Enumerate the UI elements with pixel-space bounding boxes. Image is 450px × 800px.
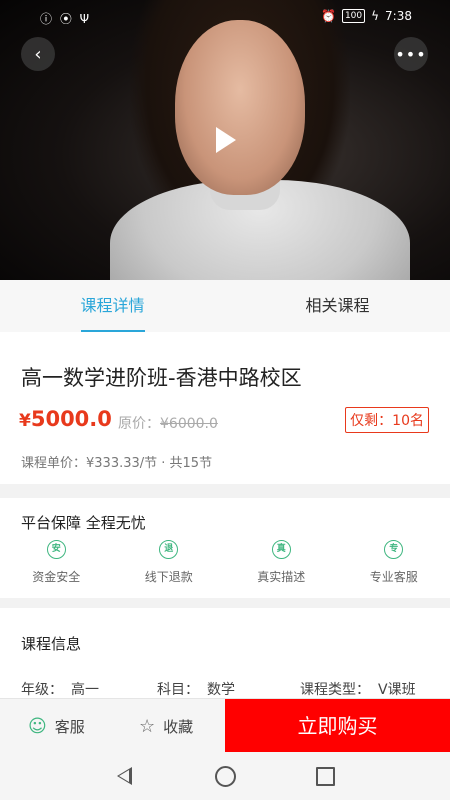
alarm-icon: ⏰ xyxy=(320,9,336,23)
info-type-value: V课班 xyxy=(378,682,416,698)
support-icon: 专 xyxy=(384,540,404,559)
original-price-label: 原价： xyxy=(118,416,160,432)
info-subject: 科目： 数学 xyxy=(157,679,235,699)
guarantee-label: 专业客服 xyxy=(369,570,418,584)
info-grade-key: 年级： xyxy=(21,682,63,698)
guarantee-label: 资金安全 xyxy=(32,570,81,584)
info-grade: 年级： 高一 xyxy=(21,679,99,699)
video-frame-face xyxy=(175,20,305,195)
course-title: 高一数学进阶班-香港中路校区 xyxy=(21,366,302,390)
charging-icon: ϟ xyxy=(371,9,380,23)
buy-now-button[interactable]: 立即购买 xyxy=(225,699,450,753)
info-type: 课程类型： V课班 xyxy=(300,679,416,699)
system-nav-bar xyxy=(0,752,450,800)
guarantee-list: 安 资金安全 退 线下退款 真 真实描述 专 专业客服 xyxy=(0,540,450,585)
guarantee-title: 平台保障 全程无忧 xyxy=(21,514,146,532)
nav-home-icon[interactable] xyxy=(215,766,236,787)
customer-service-button[interactable]: ☺ 客服 xyxy=(28,699,85,753)
favorite-label: 收藏 xyxy=(163,717,194,736)
star-icon: ☆ xyxy=(139,715,156,737)
guarantee-item-support: 专 专业客服 xyxy=(338,540,450,585)
status-left-icons: ⓘ ⦿ Ψ xyxy=(40,12,92,26)
original-price-value: ¥6000.0 xyxy=(160,416,218,432)
price-value: 5000.0 xyxy=(30,407,112,431)
tab-label: 相关课程 xyxy=(305,296,370,315)
fund-safety-icon: 安 xyxy=(46,540,66,559)
nav-recent-apps-icon[interactable] xyxy=(316,767,335,786)
chat-icon: ☺ xyxy=(28,715,47,737)
info-subject-value: 数学 xyxy=(207,682,235,698)
original-price: 原价：¥6000.0 xyxy=(118,413,218,433)
back-button[interactable]: ‹ xyxy=(21,37,55,71)
info-type-key: 课程类型： xyxy=(300,682,370,698)
tab-label: 课程详情 xyxy=(80,296,145,315)
guarantee-label: 线下退款 xyxy=(144,570,193,584)
tab-course-details[interactable]: 课程详情 xyxy=(0,280,225,332)
chevron-left-icon: ‹ xyxy=(34,43,42,65)
more-icon: ••• xyxy=(395,44,427,64)
nav-back-icon[interactable] xyxy=(117,767,132,785)
status-time: 7:38 xyxy=(385,9,412,23)
more-button[interactable]: ••• xyxy=(394,37,428,71)
tab-bar: 课程详情 相关课程 xyxy=(0,280,450,332)
bottom-action-bar: ☺ 客服 ☆ 收藏 立即购买 xyxy=(0,698,450,753)
unit-price-text: 课程单价：¥333.33/节 · 共15节 xyxy=(21,456,213,471)
info-subject-key: 科目： xyxy=(157,682,199,698)
refund-icon: 退 xyxy=(159,540,179,559)
course-price: ¥5000.0 xyxy=(19,407,112,431)
guarantee-item-fund-safety: 安 资金安全 xyxy=(0,540,113,585)
guarantee-card: 平台保障 全程无忧 安 资金安全 退 线下退款 真 真实描述 专 专业客服 xyxy=(0,498,450,598)
true-description-icon: 真 xyxy=(271,540,291,559)
course-info-card: 课程信息 年级： 高一 科目： 数学 课程类型： V课班 xyxy=(0,608,450,708)
status-right: ⏰ 100 ϟ 7:38 xyxy=(321,9,412,23)
guarantee-label: 真实描述 xyxy=(257,570,306,584)
tab-related-courses[interactable]: 相关课程 xyxy=(225,280,450,332)
video-player[interactable] xyxy=(0,0,450,280)
play-icon[interactable] xyxy=(216,127,236,153)
guarantee-item-true-description: 真 真实描述 xyxy=(225,540,338,585)
customer-service-label: 客服 xyxy=(54,717,85,736)
course-info-title: 课程信息 xyxy=(21,635,82,653)
favorite-button[interactable]: ☆ 收藏 xyxy=(139,699,193,753)
guarantee-item-refund: 退 线下退款 xyxy=(113,540,226,585)
price-symbol: ¥ xyxy=(19,411,31,431)
course-summary-card: 高一数学进阶班-香港中路校区 ¥5000.0 原价：¥6000.0 仅剩：10名… xyxy=(0,332,450,484)
status-bar: ⓘ ⦿ Ψ ⏰ 100 ϟ 7:38 xyxy=(0,0,450,34)
battery-icon: 100 xyxy=(341,9,366,23)
remaining-badge: 仅剩：10名 xyxy=(345,407,429,433)
info-grade-value: 高一 xyxy=(71,682,99,698)
